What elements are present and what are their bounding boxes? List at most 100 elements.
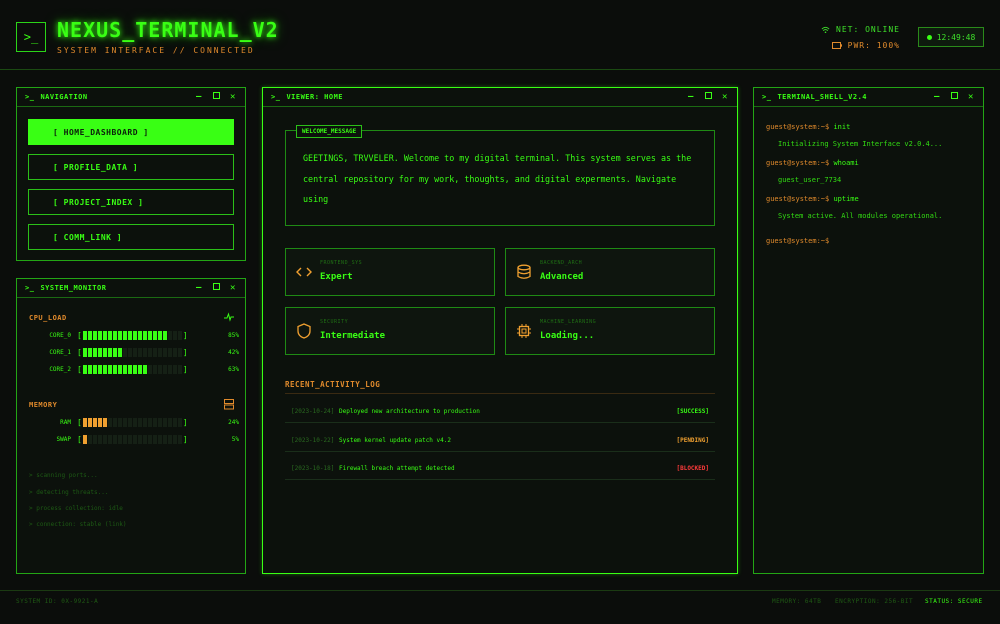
bar-segment xyxy=(82,435,87,444)
monitor-log-line: > detecting threats... xyxy=(29,489,109,496)
nav-project-index[interactable]: [ PROJECT_INDEX ] xyxy=(28,189,234,215)
bar-segment xyxy=(102,365,107,374)
bar-segment xyxy=(87,418,92,427)
bar-segment xyxy=(102,348,107,357)
minimize-icon[interactable]: – xyxy=(933,92,941,102)
bar-segment xyxy=(137,331,142,340)
shell-command: whoami xyxy=(833,159,859,167)
terminal-shell-titlebar[interactable]: >_ TERMINAL_SHELL_V2.4 – ✕ xyxy=(754,88,983,107)
status-badge: [BLOCKED] xyxy=(676,465,709,472)
shell-command-line: guest@system:~$ uptime xyxy=(766,195,859,203)
bar-segment xyxy=(132,348,137,357)
bracket: ] xyxy=(182,365,188,374)
bar-segment xyxy=(92,348,97,357)
bar-segment xyxy=(82,348,87,357)
footer-divider xyxy=(0,590,1000,591)
close-icon[interactable]: ✕ xyxy=(967,92,975,102)
bracket: ] xyxy=(182,331,188,340)
bar-segment xyxy=(132,365,137,374)
skill-card-frontend[interactable]: FRONTEND_SYS Expert xyxy=(285,248,495,296)
maximize-icon[interactable] xyxy=(212,283,220,293)
bar-segment xyxy=(177,418,182,427)
bar-segment xyxy=(117,348,122,357)
bar-segment xyxy=(152,365,157,374)
card-value: Intermediate xyxy=(320,331,386,341)
shell-prompt: guest@system:~$ xyxy=(766,159,830,167)
card-value: Expert xyxy=(320,272,353,282)
activity-row[interactable]: [2023-10-18] Firewall breach attempt det… xyxy=(285,458,715,480)
nav-profile-data[interactable]: [ PROFILE_DATA ] xyxy=(28,154,234,180)
bar-segment xyxy=(92,418,97,427)
maximize-icon[interactable] xyxy=(212,92,220,102)
power-status-text: PWR: 100% xyxy=(847,41,900,50)
bar-segment xyxy=(87,365,92,374)
cpu-core-0-bar: [] xyxy=(77,331,191,340)
bar-segment xyxy=(97,331,102,340)
bar-segment xyxy=(137,418,142,427)
close-icon[interactable]: ✕ xyxy=(229,92,237,102)
bar-segment xyxy=(162,331,167,340)
maximize-icon[interactable] xyxy=(704,92,712,102)
prompt-icon: >_ xyxy=(762,93,772,101)
cpu-core-2-bar: [] xyxy=(77,365,191,374)
shell-input-line[interactable]: guest@system:~$ xyxy=(766,237,829,245)
card-value: Advanced xyxy=(540,272,584,282)
activity-row[interactable]: [2023-10-24] Deployed new architecture t… xyxy=(285,401,715,423)
bar-segment xyxy=(177,331,182,340)
close-icon[interactable]: ✕ xyxy=(229,283,237,293)
prompt-icon: >_ xyxy=(25,284,35,292)
bar-segment xyxy=(112,418,117,427)
bar-segment xyxy=(157,435,162,444)
bar-segment xyxy=(122,365,127,374)
monitor-log-line: > connection: stable (link) xyxy=(29,521,127,528)
card-caption: MACHINE_LEARNING xyxy=(540,319,597,325)
maximize-icon[interactable] xyxy=(950,92,958,102)
nav-home-dashboard[interactable]: [ HOME_DASHBOARD ] xyxy=(28,119,234,145)
bar-segment xyxy=(167,418,172,427)
bracket: ] xyxy=(182,348,188,357)
bar-segment xyxy=(82,331,87,340)
bar-segment xyxy=(162,348,167,357)
bar-segment xyxy=(117,331,122,340)
activity-text: System kernel update patch v4.2 xyxy=(339,437,451,444)
skill-card-backend[interactable]: BACKEND_ARCH Advanced xyxy=(505,248,715,296)
navigation-titlebar[interactable]: >_ NAVIGATION – ✕ xyxy=(17,88,245,107)
bar-segment xyxy=(127,348,132,357)
core-label: CORE_0 xyxy=(49,332,71,339)
bar-segment xyxy=(142,365,147,374)
window-title: VIEWER: HOME xyxy=(286,93,344,101)
bar-segment xyxy=(107,418,112,427)
monitor-log-line: > scanning ports... xyxy=(29,472,98,479)
bar-segment xyxy=(152,348,157,357)
power-status: PWR: 100% xyxy=(831,41,900,50)
bar-segment xyxy=(137,435,142,444)
memory-percent: 5% xyxy=(231,436,239,443)
memory-percent: 24% xyxy=(228,419,239,426)
skill-card-machine-learning[interactable]: MACHINE_LEARNING Loading... xyxy=(505,307,715,355)
footer-memory: MEMORY: 64TB xyxy=(772,598,822,605)
minimize-icon[interactable]: – xyxy=(195,92,203,102)
footer-status: STATUS: SECURE xyxy=(925,598,983,605)
bar-segment xyxy=(107,331,112,340)
system-monitor-titlebar[interactable]: >_ SYSTEM_MONITOR – ✕ xyxy=(17,279,245,298)
nav-comm-link[interactable]: [ COMM_LINK ] xyxy=(28,224,234,250)
close-icon[interactable]: ✕ xyxy=(721,92,729,102)
header-divider xyxy=(0,69,1000,70)
bar-segment xyxy=(152,418,157,427)
bar-segment xyxy=(172,348,177,357)
minimize-icon[interactable]: – xyxy=(195,283,203,293)
bar-segment xyxy=(162,365,167,374)
welcome-tag: WELCOME_MESSAGE xyxy=(296,125,363,138)
core-label: CORE_1 xyxy=(49,349,71,356)
bar-segment xyxy=(97,418,102,427)
bar-segment xyxy=(92,331,97,340)
shell-output: guest_user_7734 xyxy=(778,176,842,184)
ram-row: RAM [] 24% xyxy=(29,418,239,427)
window-title: NAVIGATION xyxy=(40,93,88,101)
activity-row[interactable]: [2023-10-22] System kernel update patch … xyxy=(285,430,715,452)
viewer-titlebar[interactable]: >_ VIEWER: HOME – ✕ xyxy=(263,88,737,107)
minimize-icon[interactable]: – xyxy=(687,92,695,102)
bar-segment xyxy=(102,418,107,427)
swap-bar: [] xyxy=(77,435,191,444)
skill-card-security[interactable]: SECURITY Intermediate xyxy=(285,307,495,355)
